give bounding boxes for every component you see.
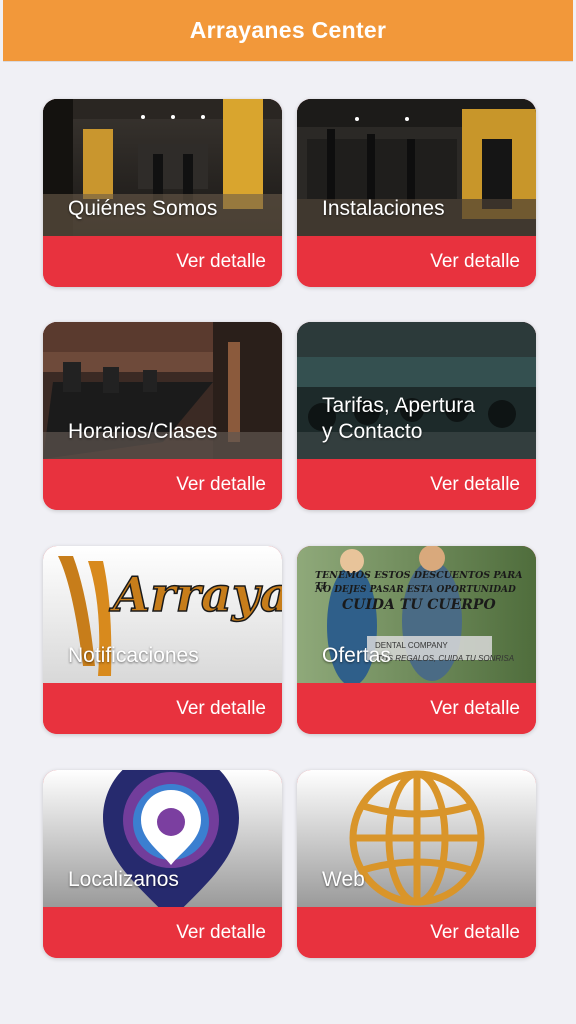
button-label: Ver detalle [430,250,520,272]
web-image: Web [297,770,536,907]
button-label: Ver detalle [176,250,266,272]
card-title: Quiénes Somos [68,197,218,220]
ver-detalle-button[interactable]: Ver detalle [43,236,282,287]
card-horarios-clases[interactable]: Horarios/Clases Ver detalle [43,322,282,510]
card-title: Web [322,868,365,891]
card-quienes-somos[interactable]: Quiénes Somos Ver detalle [43,99,282,287]
offer-banner-line2: NO DEJES PASAR ESTA OPORTUNIDAD [315,585,516,595]
card-title: Instalaciones [322,197,445,220]
app-header: Arrayanes Center [3,0,573,62]
app-title: Arrayanes Center [189,17,387,43]
button-label: Ver detalle [176,921,266,943]
ver-detalle-button[interactable]: Ver detalle [297,236,536,287]
location-image: Localizanos [43,770,282,907]
ver-detalle-button[interactable]: Ver detalle [297,907,536,958]
card-title: Localizanos [68,868,179,891]
card-ofertas[interactable]: TENEMOS ESTOS DESCUENTOS PARA TI NO DEJE… [297,546,536,734]
offer-banner-line3: CUIDA TU CUERPO [342,597,496,613]
gym-treadmills-image: Horarios/Clases [43,322,282,459]
offer-banner-line5: TUS REGALOS, CUIDA TU SONRISA [377,654,515,663]
card-title: Ofertas [322,644,391,667]
offer-banner-image: TENEMOS ESTOS DESCUENTOS PARA TI NO DEJE… [297,546,536,683]
card-notificaciones[interactable]: Arrayanes Notificaciones Ver detalle [43,546,282,734]
card-instalaciones[interactable]: Instalaciones Ver detalle [297,99,536,287]
gym-bikes-image: Tarifas, Apertura y Contacto [297,322,536,459]
button-label: Ver detalle [430,921,520,943]
card-title: Tarifas, Apertura y Contacto [322,393,475,445]
svg-text:Arrayanes: Arrayanes [109,567,282,623]
card-web[interactable]: Web Ver detalle [297,770,536,958]
ver-detalle-button[interactable]: Ver detalle [297,459,536,510]
button-label: Ver detalle [176,697,266,719]
button-label: Ver detalle [430,473,520,495]
card-title: Horarios/Clases [68,420,218,443]
card-tarifas-apertura-contacto[interactable]: Tarifas, Apertura y Contacto Ver detalle [297,322,536,510]
button-label: Ver detalle [176,473,266,495]
arrayanes-logo-image: Arrayanes Notificaciones [43,546,282,683]
ver-detalle-button[interactable]: Ver detalle [43,459,282,510]
gym-interior-image: Quiénes Somos [43,99,282,236]
card-title-line: y Contacto [322,420,423,443]
card-title-line: Tarifas, Apertura [322,394,475,417]
card-localizanos[interactable]: Localizanos Ver detalle [43,770,282,958]
ver-detalle-button[interactable]: Ver detalle [297,683,536,734]
card-title: Notificaciones [68,644,199,667]
gym-machines-image: Instalaciones [297,99,536,236]
ver-detalle-button[interactable]: Ver detalle [43,907,282,958]
ver-detalle-button[interactable]: Ver detalle [43,683,282,734]
button-label: Ver detalle [430,697,520,719]
